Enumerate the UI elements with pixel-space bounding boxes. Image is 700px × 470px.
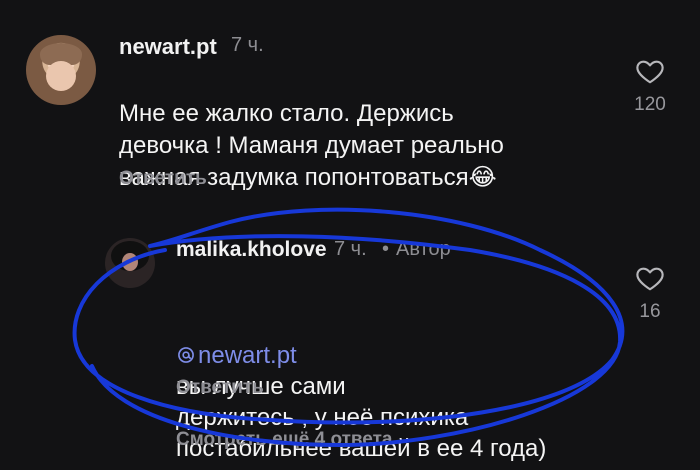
at-sign-icon: [178, 347, 194, 363]
view-more-replies-link[interactable]: Смотреть ещё 4 ответа: [176, 429, 393, 451]
comment-username[interactable]: malika.kholove: [176, 238, 327, 262]
mention-username: newart.pt: [198, 342, 297, 369]
heart-icon[interactable]: [633, 56, 667, 86]
reply-button[interactable]: Ответить: [119, 168, 207, 190]
comment-time: 7 ч.: [334, 238, 367, 260]
like-control: 120: [625, 56, 675, 116]
author-badge: Автор: [396, 238, 451, 260]
heart-icon[interactable]: [633, 263, 667, 293]
reply-button[interactable]: Ответить: [176, 377, 264, 399]
comment-time: 7 ч.: [231, 34, 264, 56]
avatar[interactable]: [26, 35, 96, 105]
like-control: 16: [625, 263, 675, 323]
like-count: 120: [634, 94, 666, 115]
mention-link[interactable]: newart.pt: [176, 342, 297, 369]
avatar[interactable]: [105, 238, 155, 288]
comments-screen: newart.pt 7 ч. Мне ее жалко стало. Держи…: [0, 0, 700, 470]
comment-username[interactable]: newart.pt: [119, 34, 217, 60]
laughing-emoji: 😂: [468, 164, 497, 191]
meta-separator: •: [382, 238, 390, 260]
like-count: 16: [639, 301, 661, 322]
